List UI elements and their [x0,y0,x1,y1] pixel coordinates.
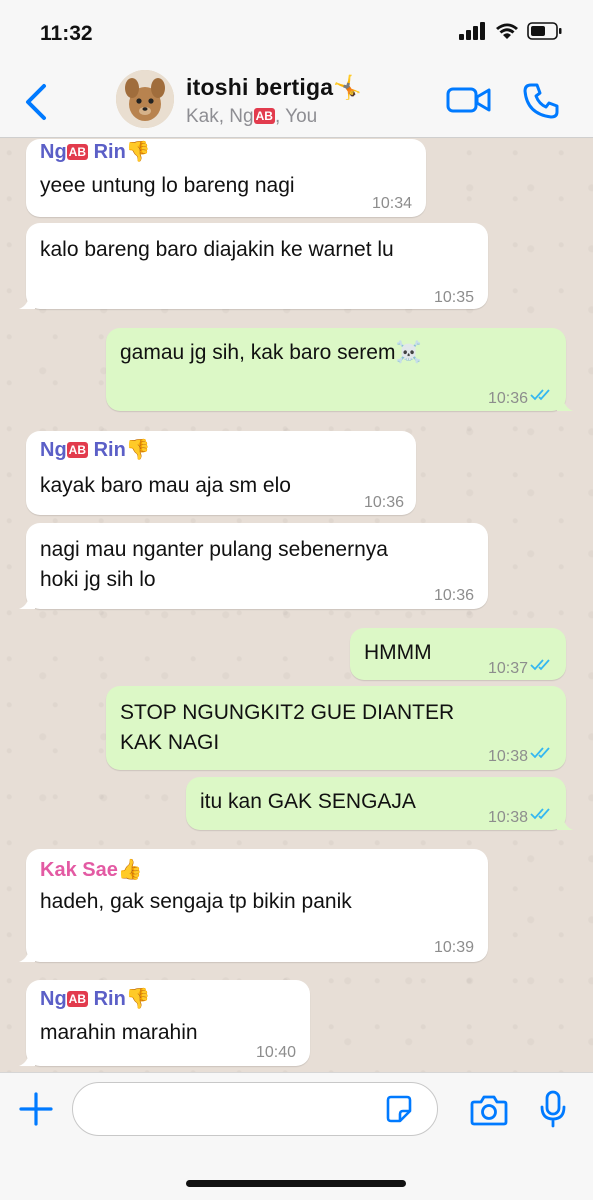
members-suffix: , You [274,106,318,127]
message-time: 10:36 [487,390,528,407]
back-icon[interactable] [22,82,52,122]
wifi-icon [496,23,518,39]
read-receipt-icon [530,659,550,671]
battery-icon [527,22,562,40]
message-text: nagi mau nganter pulang sebenernya [40,538,388,561]
message-bubble[interactable]: Ng AB Rin👎 yeee untung lo bareng nagi 10:… [26,139,426,217]
message-text: hadeh, gak sengaja tp bikin panik [40,890,352,913]
bubble-tail [19,593,35,609]
message-time: 10:37 [487,660,528,677]
message-text: kayak baro mau aja sm elo [40,474,291,497]
message-text: gamau jg sih, kak baro serem☠️ [120,341,422,364]
sender-name: Kak Sae👍 [40,859,143,881]
sender-name: Ng AB Rin👎 [40,984,151,1014]
message-bubble[interactable]: gamau jg sih, kak baro serem☠️ 10:36 [106,328,573,411]
sender-name: Ng AB Rin👎 [40,139,151,167]
message-list[interactable]: Ng AB Rin👎 yeee untung lo bareng nagi 10:… [0,139,593,1072]
microphone-icon[interactable] [540,1090,566,1128]
message-time: 10:38 [487,809,528,826]
ab-emoji: AB [66,442,89,458]
message-text: HMMM [364,641,432,664]
message-text: hoki jg sih lo [40,568,156,591]
sticker-icon[interactable] [386,1095,412,1123]
message-time: 10:36 [363,494,404,511]
message-bubble[interactable]: Kak Sae👍 hadeh, gak sengaja tp bikin pan… [19,849,488,962]
bubble-tail [19,946,35,962]
message-text: itu kan GAK SENGAJA [200,790,416,813]
message-bubble[interactable]: itu kan GAK SENGAJA 10:38 [186,777,573,830]
message-time: 10:38 [487,748,528,765]
camera-icon[interactable] [470,1094,508,1126]
group-members[interactable]: Kak, Ng AB, You [186,106,317,128]
message-bubble[interactable]: nagi mau nganter pulang sebenernya hoki … [19,523,488,609]
message-time: 10:34 [371,195,412,212]
message-text: kalo bareng baro diajakin ke warnet lu [40,238,394,261]
video-call-icon[interactable] [446,84,492,116]
message-bubble[interactable]: HMMM 10:37 [350,628,566,680]
sender-suffix: Rin👎 [88,141,151,163]
bubble-tail [557,814,573,830]
message-text: yeee untung lo bareng nagi [40,174,295,197]
ab-emoji: AB [253,108,275,124]
sender-prefix: Ng [40,439,67,461]
message-bubble[interactable]: Ng AB Rin👎 kayak baro mau aja sm elo 10:3… [26,431,416,515]
plus-icon[interactable] [18,1091,54,1127]
message-time: 10:40 [255,1044,296,1061]
status-icons [459,22,563,40]
status-bar: 11:32 [0,0,593,64]
message-text: STOP NGUNGKIT2 GUE DIANTER [120,701,455,724]
sender-suffix: Rin👎 [88,988,151,1010]
status-time: 11:32 [40,22,93,45]
message-text: KAK NAGI [120,731,220,754]
signal-icon [459,22,485,40]
message-bubble[interactable]: kalo bareng baro diajakin ke warnet lu 1… [19,223,488,309]
sender-prefix: Ng [40,988,67,1010]
composer-bar [0,1072,593,1200]
sender-suffix: Rin👎 [88,439,151,461]
read-receipt-icon [530,808,550,820]
bubble-tail [19,293,35,309]
message-input[interactable] [72,1082,438,1136]
read-receipt-icon [530,389,550,401]
message-bubble[interactable]: STOP NGUNGKIT2 GUE DIANTER KAK NAGI 10:3… [106,686,566,770]
phone-icon[interactable] [522,82,560,120]
message-time: 10:39 [433,939,474,956]
message-time: 10:35 [433,289,474,306]
message-bubble[interactable]: Ng AB Rin👎 marahin marahin 10:40 [19,980,310,1066]
group-avatar[interactable] [116,70,174,128]
read-receipt-icon [530,747,550,759]
sender-prefix: Ng [40,141,67,163]
sender-name: Ng AB Rin👎 [40,435,151,465]
members-prefix: Kak, Ng [186,106,254,127]
home-indicator [186,1180,406,1187]
bubble-tail [557,395,573,411]
group-title[interactable]: itoshi bertiga🤸 [186,74,362,101]
chat-header: itoshi bertiga🤸 Kak, Ng AB, You [0,64,593,138]
bubble-tail [19,1050,35,1066]
message-text: marahin marahin [40,1021,198,1044]
ab-emoji: AB [66,144,89,160]
ab-emoji: AB [66,991,89,1007]
avatar-image [116,70,174,128]
message-time: 10:36 [433,587,474,604]
